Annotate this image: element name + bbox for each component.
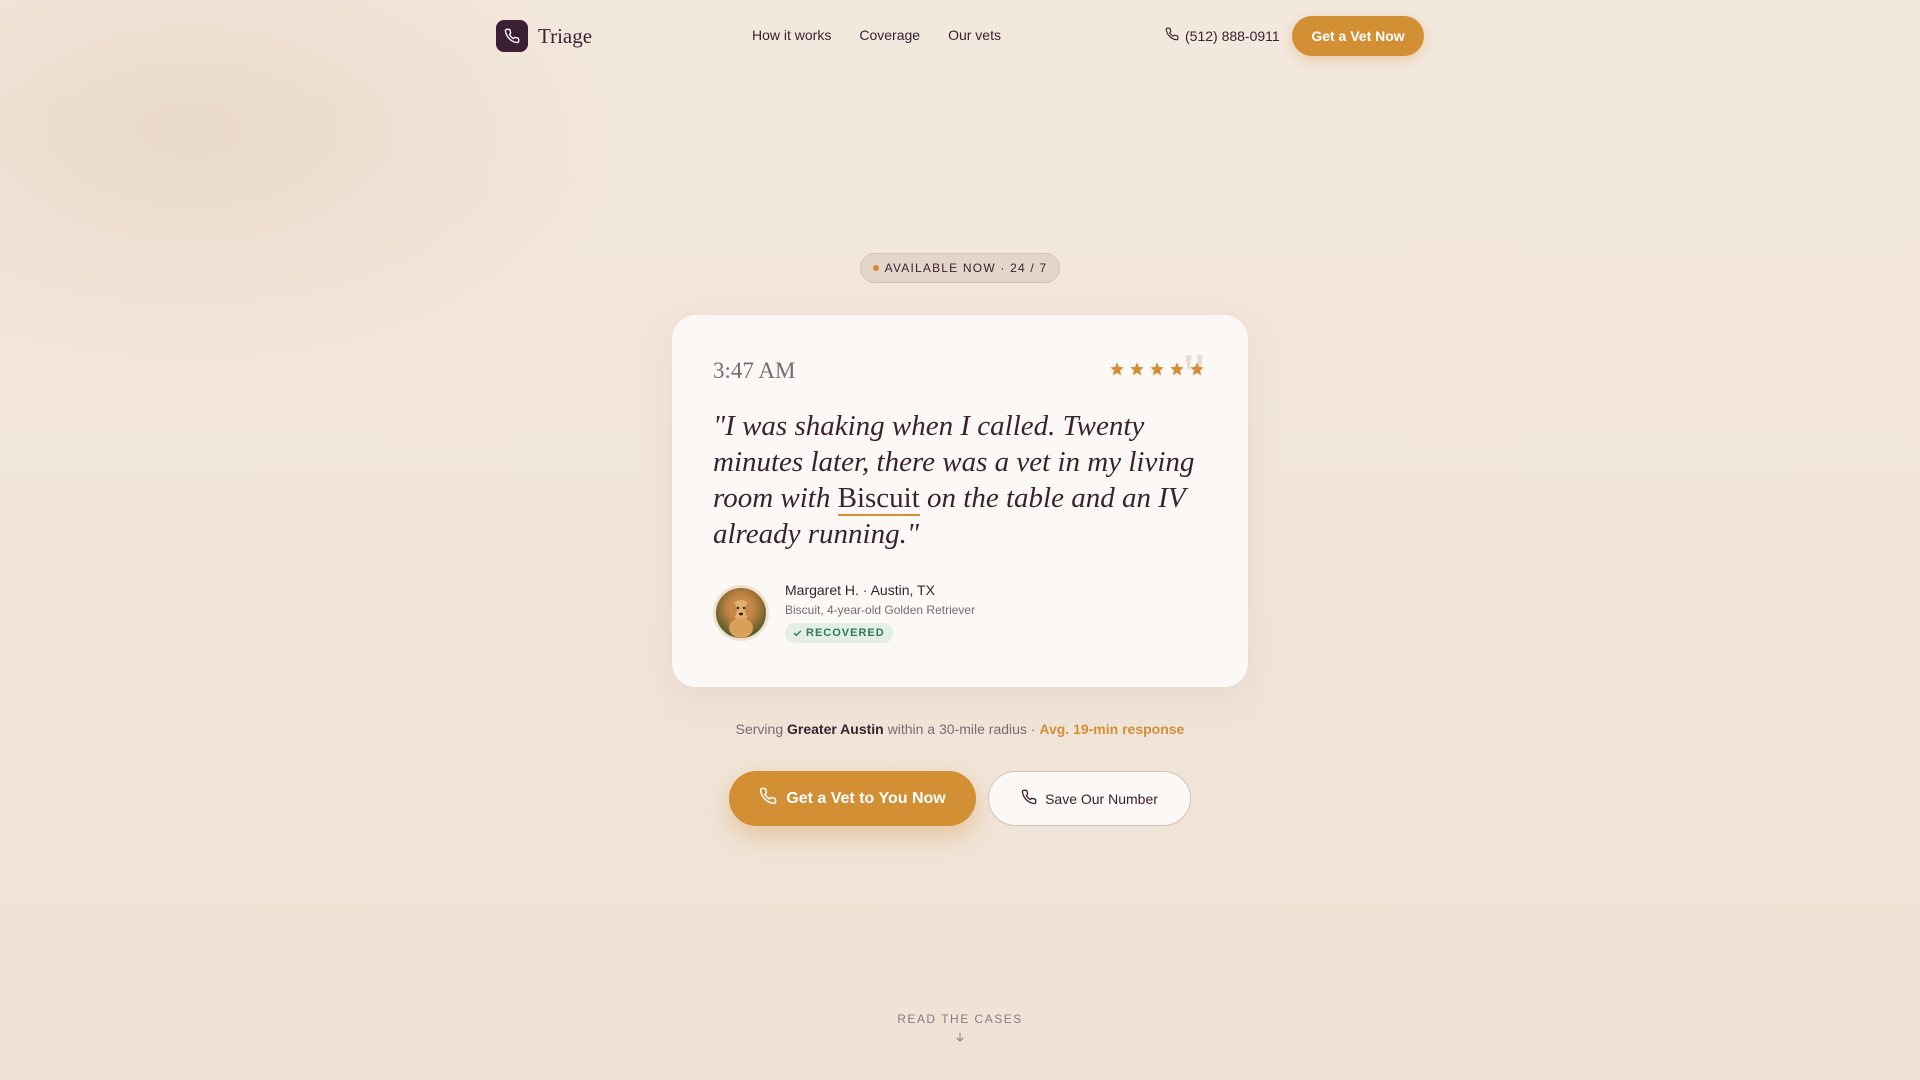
service-area: Greater Austin <box>787 721 884 737</box>
top-nav: Triage How it works Coverage Our vets (5… <box>0 0 1920 72</box>
availability-badge: AVAILABLE NOW · 24 / 7 <box>860 253 1060 283</box>
check-icon <box>793 630 802 636</box>
phone-icon <box>1165 27 1179 44</box>
brand-name: Triage <box>538 23 593 48</box>
brand-logo[interactable]: Triage <box>496 20 592 52</box>
quote-pet-name: Biscuit <box>837 482 920 516</box>
get-vet-to-you-button[interactable]: Get a Vet to You Now <box>729 771 976 826</box>
status-badge: RECOVERED <box>785 623 893 643</box>
nav-links: How it works Coverage Our vets <box>752 27 1001 43</box>
nav-link-coverage[interactable]: Coverage <box>859 27 920 43</box>
pet-avatar <box>713 585 769 641</box>
nav-phone-number: (512) 888-0911 <box>1185 27 1280 44</box>
star-icon <box>1170 362 1184 376</box>
cta-primary-label: Get a Vet to You Now <box>786 789 946 807</box>
response-time: Avg. 19-min response <box>1039 721 1185 737</box>
star-icon <box>1150 362 1164 376</box>
arrow-down-icon <box>952 1030 968 1044</box>
pet-description: Biscuit, 4-year-old Golden Retriever <box>785 603 976 617</box>
star-rating <box>1109 361 1205 377</box>
status-dot <box>872 265 879 271</box>
nav-link-how-it-works[interactable]: How it works <box>752 27 831 43</box>
serving-prefix: Serving <box>735 721 787 737</box>
availability-text: AVAILABLE NOW · 24 / 7 <box>884 261 1048 275</box>
cta-secondary-label: Save Our Number <box>1045 790 1158 807</box>
save-number-button[interactable]: Save Our Number <box>988 771 1191 826</box>
read-cases-link[interactable]: READ THE CASES <box>0 1012 1920 1026</box>
testimonial-time: 3:47 AM <box>713 358 796 383</box>
testimonial-quote: "I was shaking when I called. Twenty min… <box>713 408 1213 552</box>
phone-icon <box>1021 789 1037 808</box>
serving-middle: within a 30-mile radius · <box>883 721 1040 737</box>
star-icon <box>1130 362 1144 376</box>
phone-icon <box>759 787 777 810</box>
testimonial-card: 3:47 AM " "I was shaking when I called. … <box>672 315 1248 687</box>
status-text: RECOVERED <box>806 627 885 639</box>
nav-phone-link[interactable]: (512) 888-0911 <box>1165 27 1280 44</box>
testimonial-author: Margaret H. · Austin, TX <box>785 582 935 598</box>
star-icon <box>1110 362 1124 376</box>
get-vet-now-button[interactable]: Get a Vet Now <box>1292 16 1424 56</box>
nav-link-our-vets[interactable]: Our vets <box>948 27 1001 43</box>
service-area-line: Serving Greater Austin within a 30-mile … <box>0 721 1920 737</box>
star-icon <box>1190 362 1204 376</box>
phone-icon <box>496 20 528 52</box>
